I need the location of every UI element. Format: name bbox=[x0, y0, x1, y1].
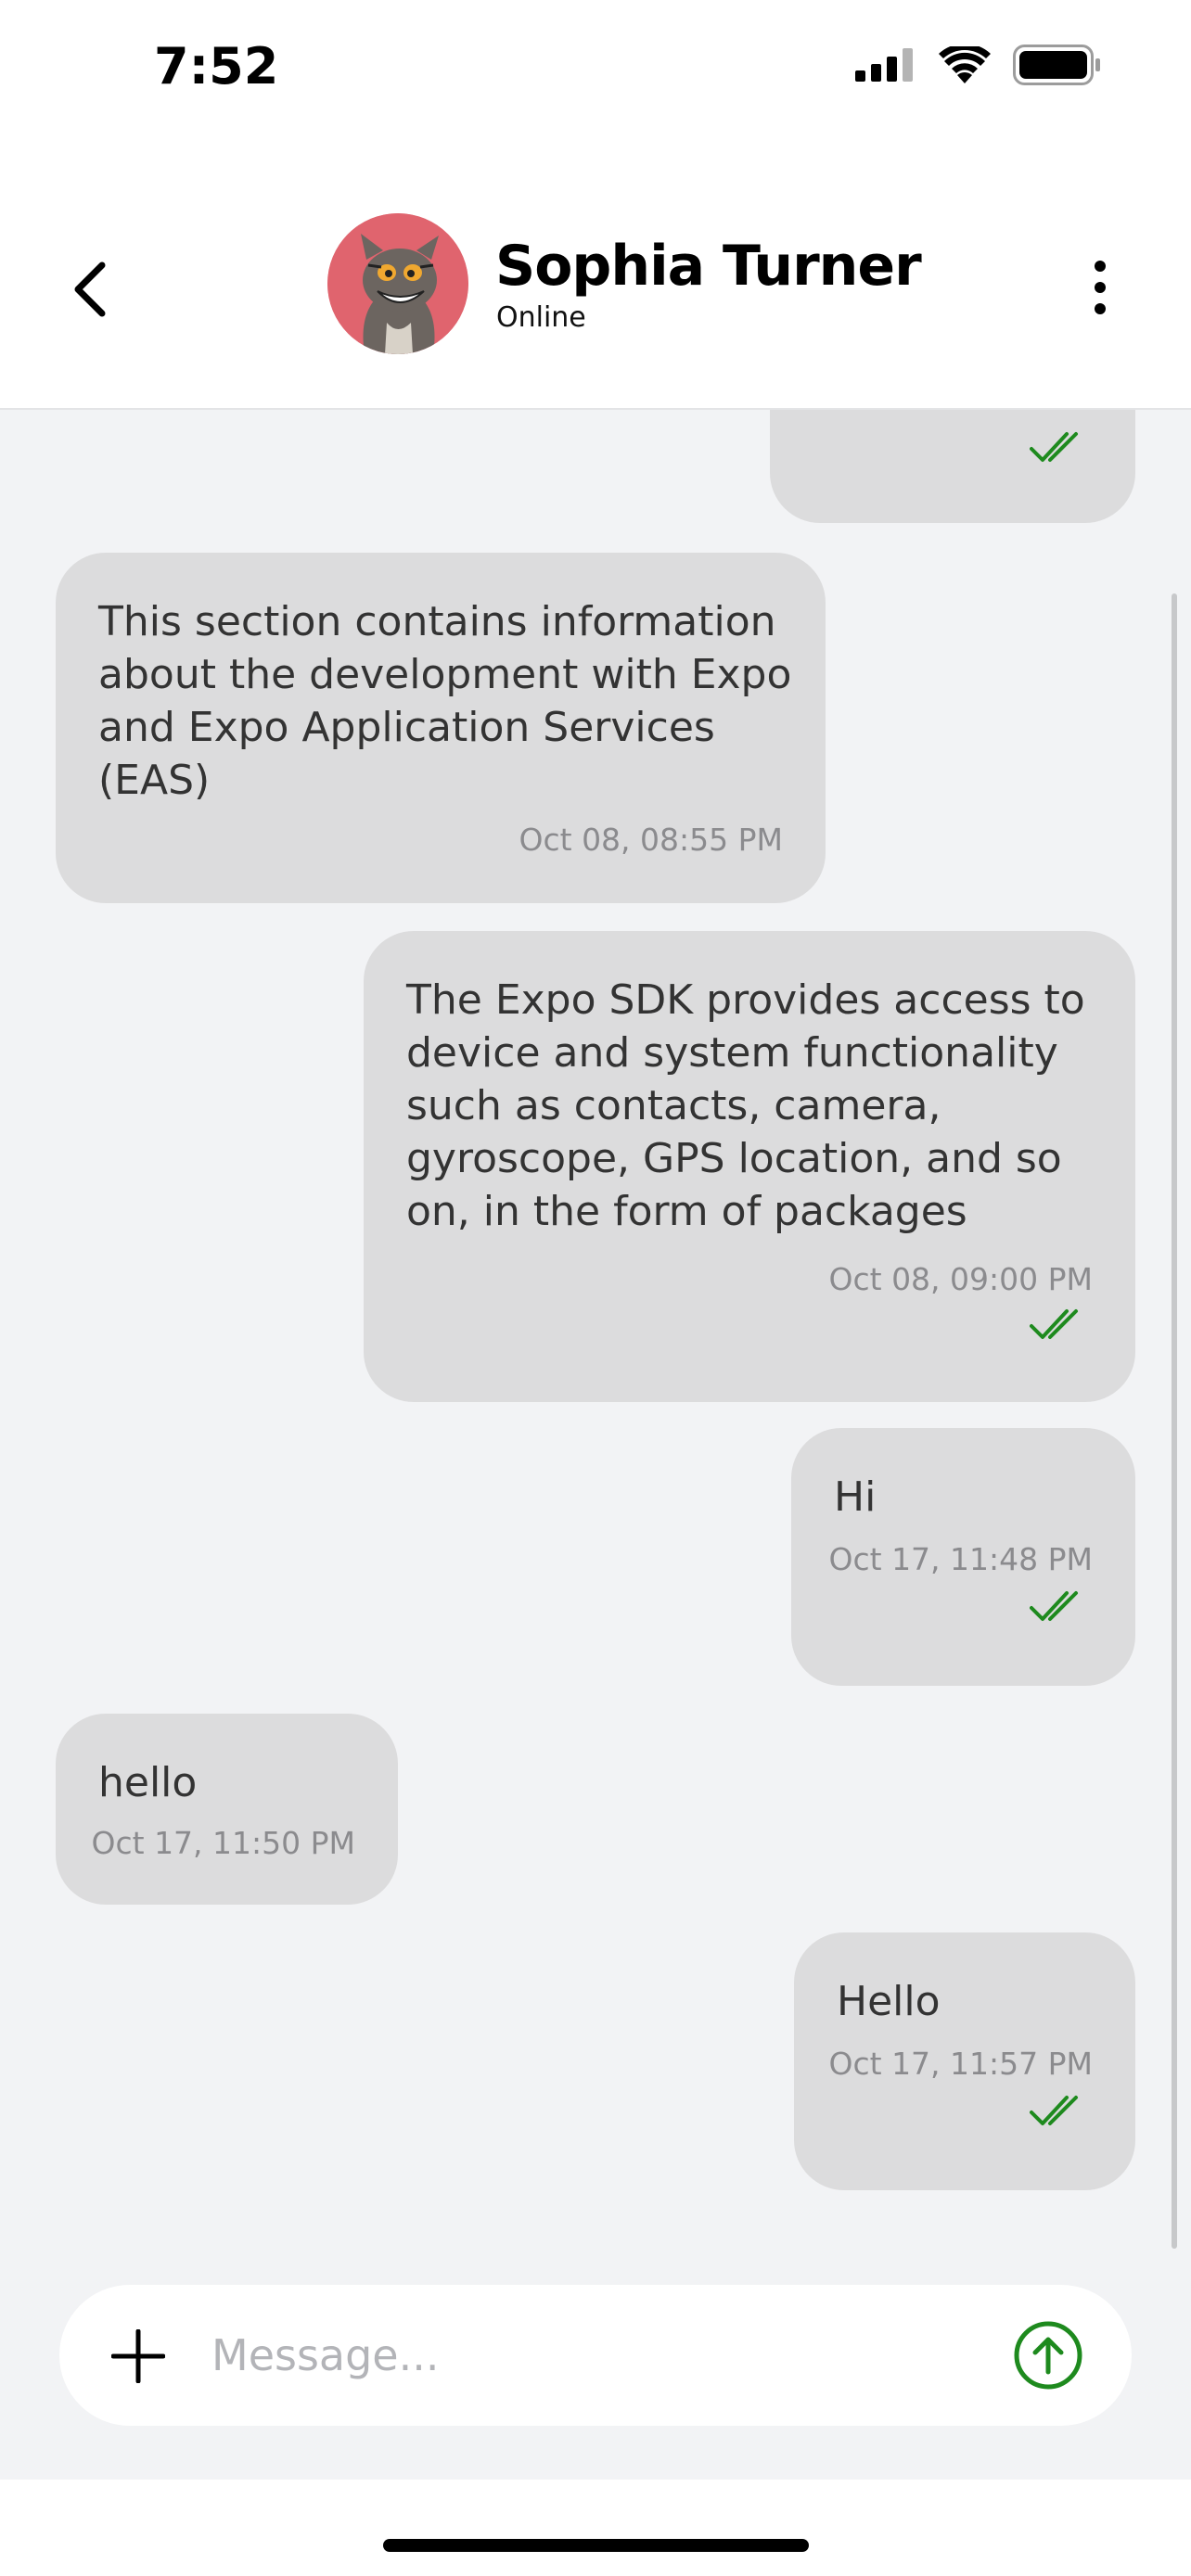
message-composer bbox=[59, 2285, 1132, 2426]
status-icons bbox=[855, 45, 1102, 85]
cartoon-cat-avatar-icon bbox=[327, 213, 468, 354]
message-timestamp: Oct 08, 08:55 PM bbox=[519, 822, 783, 858]
message-bubble-sent[interactable]: Hi Oct 17, 11:48 PM bbox=[791, 1428, 1135, 1686]
bottom-safe-area bbox=[0, 2480, 1191, 2576]
chat-header: Sophia Turner Online bbox=[0, 148, 1191, 410]
more-options-button[interactable] bbox=[1082, 250, 1119, 325]
message-text: Hello bbox=[837, 1978, 941, 2025]
more-vertical-icon bbox=[1095, 261, 1106, 314]
cellular-signal-icon bbox=[855, 48, 913, 82]
double-check-icon bbox=[1030, 1309, 1078, 1339]
double-check-icon bbox=[1030, 2096, 1078, 2125]
message-input[interactable] bbox=[210, 2318, 1007, 2392]
message-timestamp: Oct 17, 11:50 PM bbox=[91, 1825, 355, 1861]
message-timestamp: Oct 17, 11:48 PM bbox=[828, 1541, 1093, 1577]
contact-status: Online bbox=[496, 301, 586, 334]
message-text: Hi bbox=[834, 1473, 877, 1521]
message-bubble-received[interactable]: hello Oct 17, 11:50 PM bbox=[56, 1714, 398, 1905]
message-text: The Expo SDK provides access to device a… bbox=[406, 976, 1085, 1235]
avatar[interactable] bbox=[327, 213, 468, 354]
double-check-icon bbox=[1030, 1591, 1078, 1621]
send-button[interactable] bbox=[1013, 2320, 1083, 2391]
contact-name: Sophia Turner bbox=[495, 234, 922, 299]
message-list[interactable]: This section contains information about … bbox=[0, 410, 1191, 2480]
home-indicator[interactable] bbox=[383, 2539, 809, 2552]
plus-icon bbox=[110, 2328, 166, 2384]
message-bubble-sent[interactable]: Hello Oct 17, 11:57 PM bbox=[794, 1932, 1135, 2190]
message-text: hello bbox=[98, 1759, 198, 1806]
message-text: This section contains information about … bbox=[98, 598, 792, 804]
message-timestamp: Oct 08, 09:00 PM bbox=[828, 1261, 1093, 1297]
message-bubble-sent[interactable] bbox=[770, 410, 1135, 523]
back-button[interactable] bbox=[61, 252, 117, 326]
message-timestamp: Oct 17, 11:57 PM bbox=[828, 2046, 1093, 2082]
status-bar: 7:52 bbox=[0, 0, 1191, 148]
double-check-icon bbox=[1030, 432, 1078, 462]
scrollbar[interactable] bbox=[1172, 593, 1177, 2249]
message-bubble-sent[interactable]: The Expo SDK provides access to device a… bbox=[364, 931, 1135, 1402]
status-time: 7:52 bbox=[154, 37, 279, 96]
battery-icon bbox=[1013, 45, 1100, 85]
chevron-left-icon bbox=[74, 261, 106, 317]
wifi-icon bbox=[939, 46, 991, 83]
message-bubble-received[interactable]: This section contains information about … bbox=[56, 553, 826, 903]
add-attachment-button[interactable] bbox=[110, 2328, 166, 2384]
arrow-up-circle-icon bbox=[1014, 2321, 1082, 2390]
